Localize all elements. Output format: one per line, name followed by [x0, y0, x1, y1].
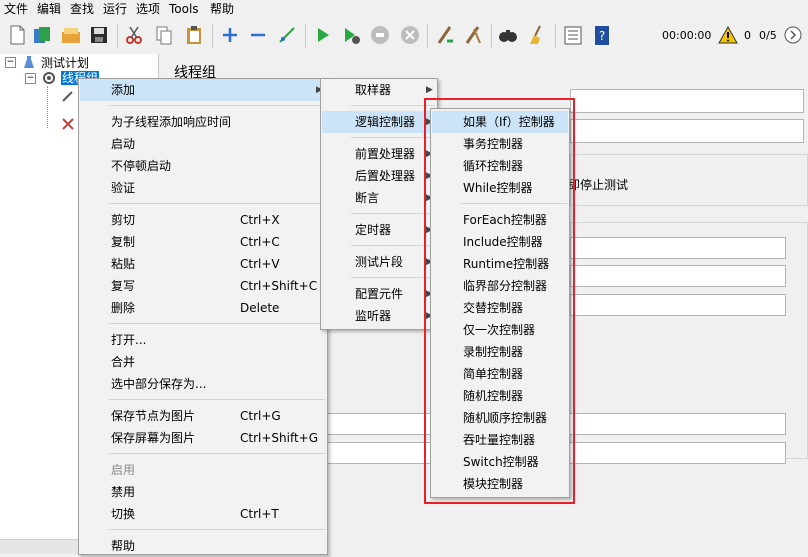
save-icon[interactable]	[88, 24, 110, 46]
menu-item-save-node-image[interactable]: 保存节点为图片 Ctrl+G	[80, 405, 326, 427]
menu-item-copy[interactable]: 复制 Ctrl+C	[80, 231, 326, 253]
menu-file[interactable]: 文件	[4, 2, 28, 16]
menu-bar: 文件 编辑 查找 运行 选项 Tools 帮助	[0, 0, 808, 18]
expand-icon[interactable]	[219, 24, 241, 46]
elapsed-timer: 00:00:00	[662, 29, 712, 42]
test-plan-icon	[24, 56, 34, 68]
menu-run[interactable]: 运行	[103, 2, 127, 16]
menu-item-duplicate[interactable]: 复写 Ctrl+Shift+C	[80, 275, 326, 297]
menu-item-open[interactable]: 打开...	[80, 329, 326, 351]
menu-item-timer[interactable]: 定时器 ▶	[322, 219, 436, 241]
broom-icon[interactable]	[526, 24, 548, 46]
tree-connector	[47, 86, 49, 128]
menu-item-paste[interactable]: 粘贴 Ctrl+V	[80, 253, 326, 275]
ramp-up-field[interactable]	[570, 265, 786, 287]
menu-item-delete[interactable]: 删除 Delete	[80, 297, 326, 319]
error-count: 0	[744, 29, 751, 42]
menu-separator	[109, 529, 325, 530]
threads-field[interactable]	[570, 237, 786, 259]
menu-separator	[351, 105, 435, 106]
menu-item-start[interactable]: 启动	[80, 133, 326, 155]
menu-separator	[109, 453, 325, 454]
menu-item-save-selection-as[interactable]: 选中部分保存为...	[80, 373, 326, 395]
templates-icon[interactable]	[31, 24, 53, 46]
menu-item-cut[interactable]: 剪切 Ctrl+X	[80, 209, 326, 231]
toolbar-separator	[491, 24, 492, 48]
copy-icon[interactable]	[153, 24, 175, 46]
start-no-pause-icon[interactable]	[340, 24, 362, 46]
menu-item-logic-controller[interactable]: 逻辑控制器 ▶	[322, 111, 436, 133]
thread-group-gear-icon	[43, 72, 55, 84]
toolbar-separator	[212, 24, 213, 48]
toolbar-separator	[305, 24, 306, 48]
menu-separator	[351, 213, 435, 214]
menu-separator	[109, 399, 325, 400]
shutdown-icon[interactable]	[399, 24, 421, 46]
menu-edit[interactable]: 编辑	[37, 2, 61, 16]
toolbar-separator	[427, 24, 428, 48]
menu-separator	[351, 277, 435, 278]
stop-icon[interactable]	[369, 24, 391, 46]
sampler-pencil-icon	[62, 91, 73, 102]
function-helper-icon[interactable]	[562, 24, 584, 46]
search-icon[interactable]	[497, 24, 519, 46]
thread-count: 0/5	[759, 29, 777, 42]
loop-count-field[interactable]	[570, 294, 786, 316]
menu-item-test-fragment[interactable]: 测试片段 ▶	[322, 251, 436, 273]
menu-help[interactable]: 帮助	[210, 2, 234, 16]
menu-item-save-screen-image[interactable]: 保存屏幕为图片 Ctrl+Shift+G	[80, 427, 326, 449]
warning-icon[interactable]	[718, 25, 738, 45]
paste-icon[interactable]	[183, 24, 205, 46]
menu-item-start-no-pause[interactable]: 不停顿启动	[80, 155, 326, 177]
toggle-icon[interactable]	[276, 24, 298, 46]
tree-collapse-toggle[interactable]: −	[5, 57, 16, 68]
toolbar-separator	[117, 24, 118, 48]
svg-text:?: ?	[599, 29, 605, 43]
tree-collapse-toggle[interactable]: −	[25, 73, 36, 84]
toolbar: ? 00:00:00 0 0/5	[0, 18, 808, 55]
collapse-icon[interactable]	[247, 24, 269, 46]
menu-item-post-processor[interactable]: 后置处理器 ▶	[322, 165, 436, 187]
menu-item-listener[interactable]: 监听器 ▶	[322, 305, 436, 327]
menu-separator	[351, 137, 435, 138]
open-icon[interactable]	[60, 24, 82, 46]
menu-item-merge[interactable]: 合并	[80, 351, 326, 373]
stop-test-option[interactable]: 即停止测试	[568, 176, 628, 193]
name-field[interactable]	[570, 89, 804, 113]
remote-start-icon[interactable]	[434, 24, 456, 46]
menu-item-sampler[interactable]: 取样器 ▶	[322, 79, 436, 101]
cut-icon[interactable]	[123, 24, 145, 46]
tree-node-test-plan[interactable]: 测试计划	[41, 56, 89, 70]
comment-field[interactable]	[570, 119, 804, 143]
menu-tools[interactable]: Tools	[169, 2, 199, 16]
menu-search[interactable]: 查找	[70, 2, 94, 16]
menu-item-validate[interactable]: 验证	[80, 177, 326, 199]
menu-separator	[109, 203, 325, 204]
highlight-annotation-box	[424, 98, 575, 504]
menu-item-disable[interactable]: 禁用	[80, 481, 326, 503]
clear-all-icon[interactable]	[783, 25, 803, 45]
menu-item-help[interactable]: 帮助	[80, 535, 326, 557]
help-icon[interactable]: ?	[591, 24, 613, 46]
context-menu: 添加 ▶ 为子线程添加响应时间 启动 不停顿启动 验证 剪切 Ctrl+X 复制…	[78, 78, 328, 555]
menu-item-add[interactable]: 添加 ▶	[80, 79, 326, 101]
menu-item-pre-processor[interactable]: 前置处理器 ▶	[322, 143, 436, 165]
add-submenu: 取样器 ▶ 逻辑控制器 ▶ 前置处理器 ▶ 后置处理器 ▶ 断言 ▶ 定时器 ▶…	[320, 78, 438, 330]
menu-item-toggle[interactable]: 切换 Ctrl+T	[80, 503, 326, 525]
listener-icon	[62, 118, 74, 130]
start-icon[interactable]	[312, 24, 334, 46]
menu-item-add-response-time[interactable]: 为子线程添加响应时间	[80, 111, 326, 133]
remote-stop-icon[interactable]	[462, 24, 484, 46]
new-icon[interactable]	[6, 24, 28, 46]
menu-separator	[351, 245, 435, 246]
menu-separator	[109, 105, 325, 106]
menu-options[interactable]: 选项	[136, 2, 160, 16]
menu-item-config-element[interactable]: 配置元件 ▶	[322, 283, 436, 305]
menu-item-assertion[interactable]: 断言 ▶	[322, 187, 436, 209]
toolbar-separator	[555, 24, 556, 48]
menu-item-enable: 启用	[111, 463, 136, 477]
menu-separator	[109, 323, 325, 324]
